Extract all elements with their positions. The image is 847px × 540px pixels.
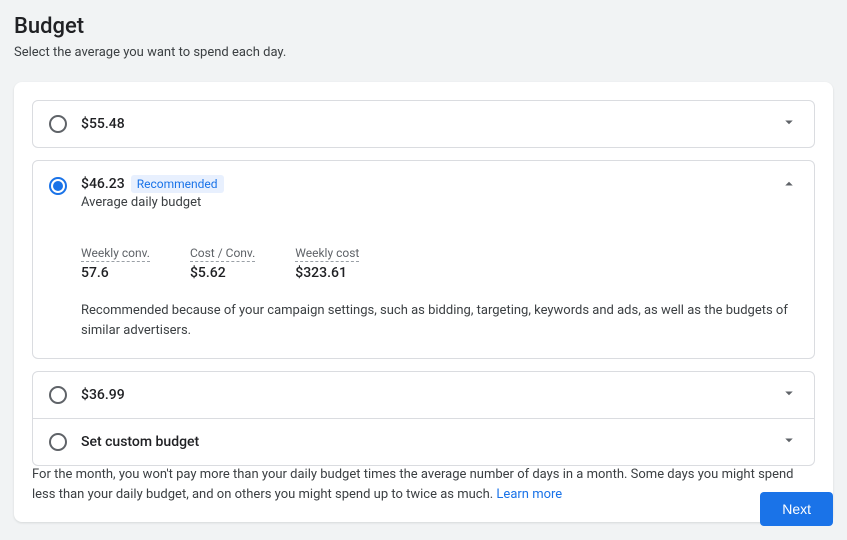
footer-note: For the month, you won't pay more than y…: [32, 465, 815, 504]
stat-cost-conv-label: Cost / Conv.: [190, 246, 255, 262]
recommended-badge: Recommended: [131, 175, 224, 193]
stat-weekly-cost: Weekly cost $323.61: [295, 242, 359, 281]
budget-option-custom[interactable]: Set custom budget: [32, 418, 815, 466]
stat-cost-conv: Cost / Conv. $5.62: [190, 242, 255, 281]
budget-option-3[interactable]: $36.99: [32, 371, 815, 419]
radio-unchecked-icon[interactable]: [49, 386, 67, 404]
stat-cost-conv-value: $5.62: [190, 265, 255, 281]
stat-weekly-conv-value: 57.6: [81, 265, 150, 281]
stat-weekly-conv-label: Weekly conv.: [81, 246, 150, 262]
budget-option-custom-label: Set custom budget: [81, 434, 780, 450]
radio-unchecked-icon[interactable]: [49, 115, 67, 133]
budget-option-3-label: $36.99: [81, 387, 780, 403]
budget-card: $55.48 $46.23 Recommended Average daily …: [14, 82, 833, 522]
radio-checked-icon[interactable]: [49, 177, 67, 195]
learn-more-link[interactable]: Learn more: [496, 487, 562, 502]
budget-option-1[interactable]: $55.48: [32, 100, 815, 148]
recommendation-text: Recommended because of your campaign set…: [81, 301, 798, 340]
page-subtitle: Select the average you want to spend eac…: [14, 45, 833, 60]
budget-option-2[interactable]: $46.23 Recommended Average daily budget …: [32, 160, 815, 359]
budget-option-2-details: Weekly conv. 57.6 Cost / Conv. $5.62 Wee…: [33, 222, 814, 358]
next-button[interactable]: Next: [760, 492, 833, 526]
chevron-down-icon: [780, 384, 798, 406]
budget-option-2-sublabel: Average daily budget: [81, 195, 780, 210]
chevron-down-icon: [780, 113, 798, 135]
page-title: Budget: [14, 14, 833, 39]
budget-option-2-label: $46.23: [81, 176, 125, 192]
stat-weekly-cost-value: $323.61: [295, 265, 359, 281]
stat-weekly-cost-label: Weekly cost: [295, 246, 359, 262]
stat-weekly-conv: Weekly conv. 57.6: [81, 242, 150, 281]
radio-unchecked-icon[interactable]: [49, 433, 67, 451]
budget-option-1-label: $55.48: [81, 116, 780, 132]
footer-note-text: For the month, you won't pay more than y…: [32, 467, 793, 502]
chevron-down-icon: [780, 431, 798, 453]
chevron-up-icon: [780, 175, 798, 197]
